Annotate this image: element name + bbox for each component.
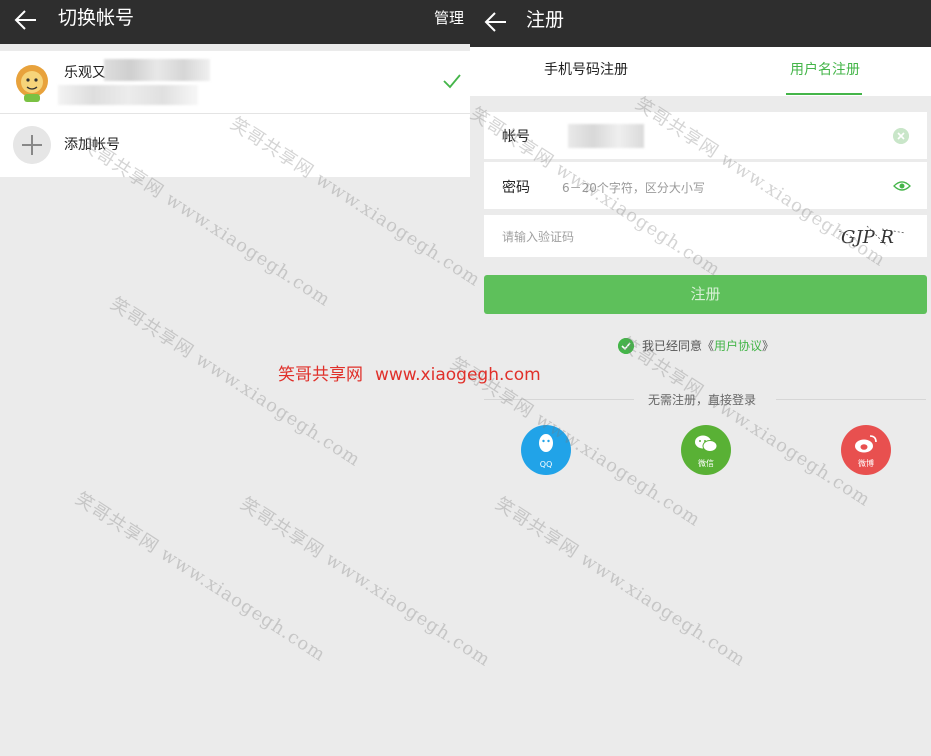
wechat-icon xyxy=(695,435,718,452)
add-account-row[interactable]: 添加帐号 xyxy=(0,114,470,177)
eye-icon[interactable] xyxy=(893,178,911,194)
avatar xyxy=(16,65,48,102)
weibo-label: 微博 xyxy=(858,459,874,468)
add-account-label: 添加帐号 xyxy=(64,137,120,153)
password-label: 密码 xyxy=(502,180,530,196)
qq-penguin-icon xyxy=(539,434,553,452)
weibo-login-button[interactable]: 微博 xyxy=(841,425,891,475)
divider xyxy=(776,399,926,400)
captcha-placeholder: 请输入验证码 xyxy=(502,230,575,244)
tab-phone-register[interactable]: 手机号码注册 xyxy=(524,47,648,96)
password-field[interactable]: 密码 6－20个字符，区分大小写 xyxy=(484,162,927,209)
weibo-icon xyxy=(855,435,877,453)
agreement-prefix: 我已经同意《 xyxy=(642,339,715,353)
checkbox-checked-icon[interactable] xyxy=(618,338,634,354)
account-list: 乐观又 添加帐号 xyxy=(0,51,470,177)
back-arrow-icon[interactable] xyxy=(482,8,510,36)
page-title: 切换帐号 xyxy=(58,7,135,29)
password-placeholder: 6－20个字符，区分大小写 xyxy=(562,181,705,195)
redacted-account-value xyxy=(568,124,644,148)
account-field[interactable]: 帐号 xyxy=(484,112,927,159)
tab-username-register[interactable]: 用户名注册 xyxy=(786,47,864,96)
divider-text: 无需注册，直接登录 xyxy=(648,393,757,407)
page-title: 注册 xyxy=(526,9,565,31)
redacted-id xyxy=(58,85,198,105)
account-row[interactable]: 乐观又 xyxy=(0,51,470,114)
user-agreement-link[interactable]: 用户协议 xyxy=(714,339,762,353)
account-name: 乐观又 xyxy=(64,65,106,81)
watermark-name: 笑哥共享网 xyxy=(278,365,363,385)
register-tabs: 手机号码注册 用户名注册 xyxy=(470,47,931,96)
wechat-login-button[interactable]: 微信 xyxy=(681,425,731,475)
check-icon xyxy=(443,74,461,89)
svg-text:GJP R: GJP R xyxy=(841,227,894,248)
agreement-suffix: 》 xyxy=(762,339,775,353)
qq-login-button[interactable]: QQ xyxy=(521,425,571,475)
account-label: 帐号 xyxy=(502,129,530,145)
divider xyxy=(484,399,634,400)
left-header: 切换帐号 管理 xyxy=(0,0,470,44)
plus-icon xyxy=(13,126,51,164)
center-watermark: 笑哥共享网 www.xiaogegh.com xyxy=(278,360,541,385)
qq-label: QQ xyxy=(539,460,553,469)
watermark-url: www.xiaogegh.com xyxy=(375,365,541,385)
redacted-name xyxy=(104,59,210,81)
active-tab-indicator xyxy=(786,93,862,95)
captcha-field[interactable]: 请输入验证码 GJP R xyxy=(484,215,927,257)
captcha-image[interactable]: GJP R xyxy=(837,221,907,251)
wechat-label: 微信 xyxy=(698,459,714,468)
right-header: 注册 xyxy=(470,0,931,47)
clear-icon[interactable] xyxy=(893,128,909,144)
register-button[interactable]: 注册 xyxy=(484,275,927,314)
back-arrow-icon[interactable] xyxy=(12,6,40,34)
agreement-text: 我已经同意《用户协议》 xyxy=(642,337,774,355)
manage-button[interactable]: 管理 xyxy=(434,8,464,28)
